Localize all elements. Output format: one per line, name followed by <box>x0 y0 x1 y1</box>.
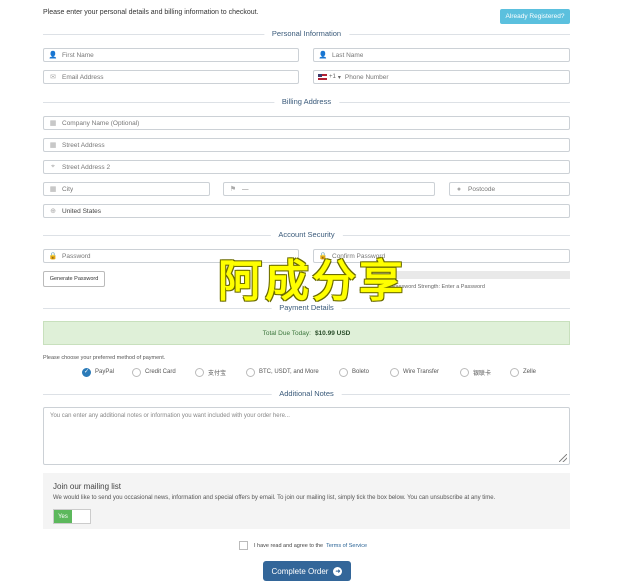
user-icon: 👤 <box>318 52 328 59</box>
mailing-list-toggle[interactable]: Yes <box>53 509 91 524</box>
lock-icon: 🔒 <box>48 253 58 260</box>
total-due-banner: Total Due Today: $10.99 USD <box>43 321 570 345</box>
terms-text: I have read and agree to the <box>254 542 324 549</box>
postcode-field[interactable]: ● Postcode <box>449 182 570 196</box>
payment-option-paypal[interactable]: PayPal <box>82 366 114 378</box>
map-marker-icon: ⌖ <box>51 163 55 170</box>
radio[interactable] <box>510 367 519 377</box>
payment-option-unionpay[interactable]: 银联卡 <box>460 366 491 378</box>
envelope-icon: ✉ <box>50 74 56 81</box>
radio[interactable] <box>460 367 469 377</box>
building-icon: ▦ <box>49 142 57 149</box>
section-title: Additional Notes <box>271 389 342 399</box>
company-field[interactable]: ▦ Company Name (Optional) <box>43 116 570 130</box>
globe-icon: ⊕ <box>50 208 56 215</box>
payment-option-wire-transfer[interactable]: Wire Transfer <box>390 366 439 378</box>
generate-password-button[interactable]: Generate Password <box>43 271 105 287</box>
payment-option-credit-card[interactable]: Credit Card <box>132 366 176 378</box>
payment-option-zelle[interactable]: Zelle <box>510 366 536 378</box>
last-name-field[interactable]: 👤 Last Name <box>313 48 570 62</box>
arrow-right-circle-icon: ➜ <box>333 566 343 576</box>
section-payment: Payment Details <box>43 303 570 313</box>
state-select[interactable]: ⚑ — <box>223 182 435 196</box>
section-title: Personal Information <box>263 29 350 39</box>
section-title: Account Security <box>270 230 343 240</box>
section-billing: Billing Address <box>43 97 570 107</box>
notes-placeholder: You can enter any additional notes or in… <box>50 413 290 419</box>
total-due-label: Total Due Today: <box>262 329 311 337</box>
certificate-icon: ● <box>456 185 462 193</box>
section-personal: Personal Information <box>43 29 570 39</box>
radio[interactable] <box>339 367 348 377</box>
map-signs-icon: ⚑ <box>229 186 237 193</box>
user-icon: 👤 <box>48 52 58 59</box>
additional-notes-textarea[interactable]: You can enter any additional notes or in… <box>43 407 570 465</box>
already-registered-button[interactable]: Already Registered? <box>500 9 570 24</box>
radio[interactable] <box>390 367 399 377</box>
mailing-list-panel: Join our mailing list We would like to s… <box>43 473 570 529</box>
mailing-list-text: We would like to send you occasional new… <box>53 495 496 501</box>
radio[interactable] <box>132 367 141 377</box>
checkout-intro: Please enter your personal details and b… <box>43 9 259 16</box>
section-security: Account Security <box>43 230 570 240</box>
section-title: Billing Address <box>273 97 340 107</box>
terms-agreement: I have read and agree to the Terms of Se… <box>239 541 367 550</box>
email-field[interactable]: ✉ Email Address <box>43 70 299 84</box>
complete-order-label: Complete Order <box>271 566 329 576</box>
country-select[interactable]: ⊕ United States <box>43 204 570 218</box>
payment-option-crypto[interactable]: BTC, USDT, and More <box>246 366 319 378</box>
payment-option-boleto[interactable]: Boleto <box>339 366 369 378</box>
payment-option-alipay[interactable]: 支付宝 <box>195 366 226 378</box>
building-icon: ▦ <box>49 120 57 127</box>
chevron-down-icon: ▾ <box>337 74 341 81</box>
password-strength-bar <box>392 271 570 279</box>
toggle-yes-label: Yes <box>54 510 72 523</box>
radio[interactable] <box>195 367 204 377</box>
payment-method-prompt: Please choose your preferred method of p… <box>43 355 166 361</box>
building-icon: ▦ <box>49 186 57 193</box>
radio[interactable] <box>246 367 255 377</box>
complete-order-button[interactable]: Complete Order ➜ <box>263 561 351 581</box>
us-flag-icon <box>318 74 327 80</box>
watermark-text: 阿成分享 <box>218 256 406 307</box>
radio-selected[interactable] <box>82 367 91 377</box>
total-due-value: $10.99 USD <box>314 329 351 337</box>
mailing-list-heading: Join our mailing list <box>53 482 122 491</box>
terms-checkbox[interactable] <box>239 541 248 550</box>
section-title: Payment Details <box>271 303 342 313</box>
first-name-field[interactable]: 👤 First Name <box>43 48 299 62</box>
street-address-field[interactable]: ▦ Street Address <box>43 138 570 152</box>
country-code-selector[interactable]: +1 ▾ <box>318 74 341 81</box>
phone-field[interactable]: +1 ▾ Phone Number <box>313 70 570 84</box>
street-address-2-field[interactable]: ⌖ Street Address 2 <box>43 160 570 174</box>
city-field[interactable]: ▦ City <box>43 182 210 196</box>
terms-of-service-link[interactable]: Terms of Service <box>326 543 367 549</box>
resize-handle-icon[interactable] <box>559 454 567 462</box>
section-notes: Additional Notes <box>43 389 570 399</box>
